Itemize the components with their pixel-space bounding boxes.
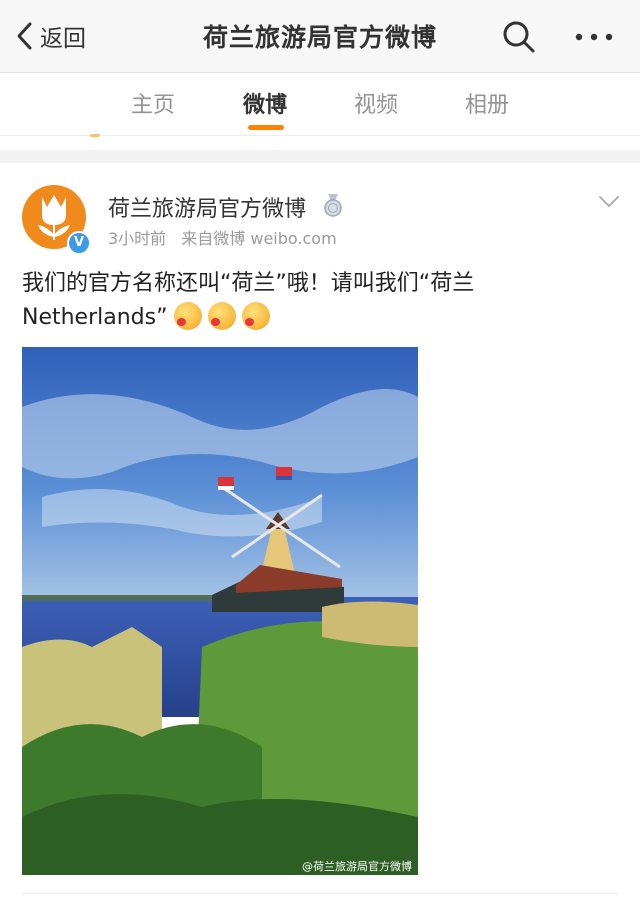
kiss-emoji-icon xyxy=(207,302,236,330)
page-title: 荷兰旅游局官方微博 xyxy=(202,23,437,52)
medal-icon xyxy=(324,194,342,217)
post-time: 3小时前 xyxy=(108,229,167,248)
post-text-line: Netherlands” xyxy=(22,305,168,330)
kiss-emoji-icon xyxy=(173,302,202,330)
kiss-emoji-icon xyxy=(241,302,270,330)
search-icon[interactable] xyxy=(502,20,536,54)
post-text-line: 我们的官方名称还叫“荷兰”哦！请叫我们“荷兰 xyxy=(22,271,475,296)
tab-album[interactable]: 相册 xyxy=(447,87,527,119)
photo-watermark: @荷兰旅游局官方微博 xyxy=(302,860,412,873)
post-author-name[interactable]: 荷兰旅游局官方微博 xyxy=(108,191,306,223)
decorative-dot xyxy=(90,134,100,137)
navigation-bar: 返回 荷兰旅游局官方微博 xyxy=(0,0,640,73)
post-photo[interactable] xyxy=(22,347,418,875)
verified-badge: V xyxy=(67,231,91,255)
post-text: 我们的官方名称还叫“荷兰”哦！请叫我们“荷兰 Netherlands” xyxy=(22,267,582,335)
tab-home[interactable]: 主页 xyxy=(113,87,193,119)
tab-weibo[interactable]: 微博 xyxy=(225,87,305,119)
weibo-post: V 荷兰旅游局官方微博 3小时前 来自微博 weibo.com 我们的官方名称还… xyxy=(0,163,640,909)
tab-video[interactable]: 视频 xyxy=(336,87,416,119)
more-options-icon[interactable] xyxy=(574,30,614,44)
post-source: 来自微博 weibo.com xyxy=(181,229,337,248)
chevron-down-icon[interactable] xyxy=(598,195,620,209)
section-divider xyxy=(0,150,640,163)
divider xyxy=(22,893,618,894)
post-text-line-2: Netherlands” xyxy=(22,301,582,335)
active-tab-indicator xyxy=(248,125,284,130)
post-meta: 3小时前 来自微博 weibo.com xyxy=(108,225,347,249)
profile-tabs: 主页 微博 视频 相册 xyxy=(0,73,640,136)
